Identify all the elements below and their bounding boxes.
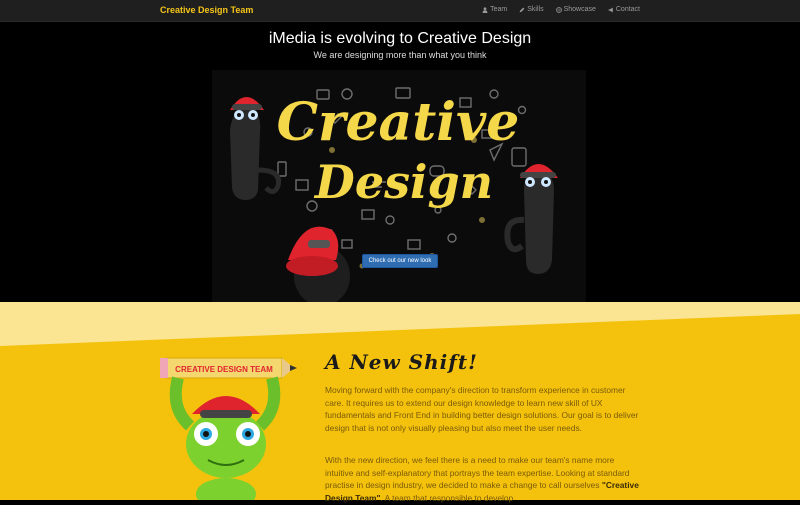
nav-links: Team Skills Showcase Contact: [482, 6, 640, 13]
pencil-icon: [519, 7, 525, 12]
paragraph-2-text: With the new direction, we feel there is…: [325, 455, 630, 491]
nav-link-showcase[interactable]: Showcase: [555, 6, 596, 13]
paragraph-2-tail: . A team that responsible to develop: [380, 492, 514, 503]
nav-link-skills[interactable]: Skills: [519, 6, 544, 13]
right-chameleon-character: [504, 164, 558, 274]
hero-title: iMedia is evolving to Creative Design: [268, 30, 532, 47]
navbar: Creative Design Team Team Skills Showcas…: [0, 0, 800, 22]
hero-subtitle: We are designing more than what you thin…: [313, 50, 487, 60]
mascot-chameleon: CREATIVE DESIGN TEAM: [160, 357, 297, 505]
mascot-banner-text: CREATIVE DESIGN TEAM: [175, 365, 273, 374]
megaphone-icon: [608, 7, 613, 12]
nav-link-label: Contact: [615, 6, 640, 13]
paragraph-2: With the new direction, we feel there is…: [325, 454, 643, 504]
globe-icon: [555, 6, 562, 13]
left-chameleon-character: [230, 97, 282, 200]
nav-link-label: Showcase: [563, 6, 596, 13]
hero-section: iMedia is evolving to Creative Design We…: [0, 22, 800, 306]
mascot-illustration: CREATIVE DESIGN TEAM: [160, 348, 300, 505]
brand-link[interactable]: Creative Design Team: [160, 5, 253, 15]
artwork-word-design: Design: [313, 155, 493, 209]
red-cap-illustration: [286, 226, 350, 306]
nav-link-label: Team: [490, 6, 508, 13]
paragraph-1: Moving forward with the company's direct…: [325, 385, 639, 433]
new-shift-heading: A New Shift!: [325, 350, 478, 374]
nav-link-contact[interactable]: Contact: [608, 6, 640, 13]
user-icon: [482, 6, 488, 13]
nav-link-team[interactable]: Team: [482, 6, 507, 13]
check-out-new-look-button[interactable]: Check out our new look: [362, 254, 438, 268]
nav-link-label: Skills: [527, 6, 544, 13]
artwork-word-creative: Creative: [277, 92, 520, 153]
